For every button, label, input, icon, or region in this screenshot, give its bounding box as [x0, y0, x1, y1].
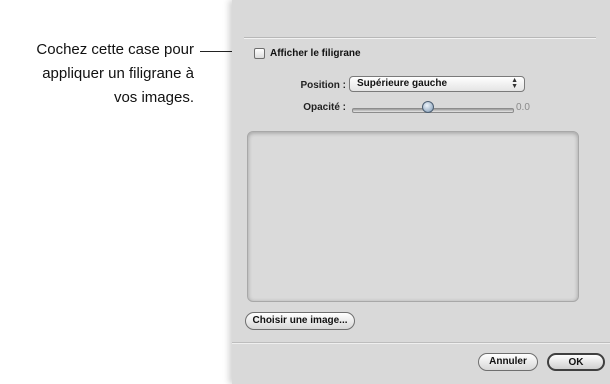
opacity-label: Opacité :	[303, 102, 346, 113]
up-down-chevron-icon: ▲ ▼	[511, 77, 518, 90]
position-popup[interactable]: Supérieure gauche ▲ ▼	[349, 76, 525, 92]
top-separator	[244, 37, 596, 39]
show-watermark-checkbox[interactable]	[254, 47, 265, 59]
ok-button[interactable]: OK	[547, 353, 605, 371]
show-watermark-label: Afficher le filigrane	[270, 47, 361, 59]
cancel-button[interactable]: Annuler	[478, 353, 538, 371]
callout-line: appliquer un filigrane à	[42, 65, 194, 82]
position-label: Position :	[300, 80, 346, 91]
bottom-separator	[232, 342, 610, 344]
watermark-preview-well	[247, 131, 579, 302]
callout-text: Cochez cette case pour appliquer un fili…	[0, 38, 194, 110]
callout-line: Cochez cette case pour	[36, 41, 194, 58]
show-watermark-row[interactable]: Afficher le filigrane	[254, 45, 361, 61]
opacity-value: 0.0	[516, 102, 530, 113]
callout-line: vos images.	[113, 89, 194, 106]
slider-thumb-icon[interactable]	[422, 101, 434, 113]
position-value: Supérieure gauche	[357, 78, 448, 89]
watermark-dialog: Afficher le filigrane Position : Supérie…	[232, 0, 610, 384]
choose-image-button[interactable]: Choisir une image...	[245, 312, 355, 330]
